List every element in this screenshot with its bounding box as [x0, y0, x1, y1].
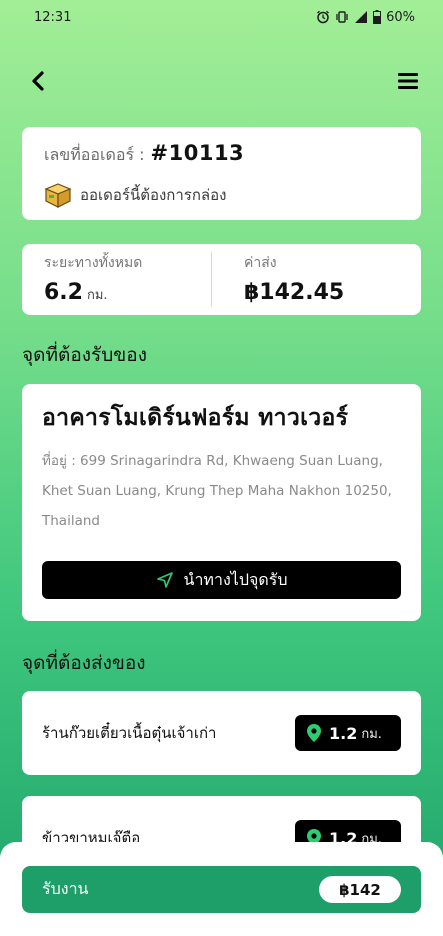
- distance-unit: กม.: [86, 288, 108, 303]
- fee-label: ค่าส่ง: [244, 255, 277, 271]
- pickup-address: ที่อยู่ : 699 Srinagarindra Rd, Khwaeng …: [42, 453, 392, 529]
- distance-fee-card: ระยะทางทั้งหมด 6.2 กม. ค่าส่ง ฿142.45: [22, 244, 421, 315]
- box-note: ออเดอร์นี้ต้องการกล่อง: [80, 186, 227, 204]
- back-button[interactable]: [26, 68, 52, 94]
- accept-job-button[interactable]: รับงาน ฿142: [22, 866, 421, 913]
- dropoff-item[interactable]: ร้านก๊วยเตี๋ยวเนื้อตุ๋นเจ้าเก่า 1.2 กม.: [22, 691, 421, 775]
- battery-icon: [373, 10, 382, 24]
- back-arrow-icon: [32, 71, 44, 91]
- bottom-sheet: รับงาน ฿142: [0, 842, 443, 936]
- navigate-button-label: นำทางไปจุดรับ: [183, 569, 288, 589]
- pickup-section-title: จุดที่ต้องรับของ: [22, 344, 147, 366]
- accept-label: รับงาน: [42, 879, 89, 898]
- pickup-place-name: อาคารโมเดิร์นฟอร์ม ทาวเวอร์: [42, 405, 349, 431]
- distance-section: ระยะทางทั้งหมด 6.2 กม.: [22, 244, 211, 315]
- dropoff-km: 1.2: [329, 723, 358, 743]
- top-nav: [22, 64, 421, 98]
- signal-icon: [355, 11, 368, 23]
- order-label: เลขที่ออเดอร์ :: [44, 145, 145, 164]
- box-icon: [44, 183, 72, 208]
- order-card: เลขที่ออเดอร์ : #10113 ออเดอร์นี้ต้องการ…: [22, 127, 421, 220]
- status-icons: 60%: [316, 10, 415, 25]
- menu-button[interactable]: [397, 70, 419, 92]
- location-pin-icon: [307, 724, 321, 742]
- fee-value: ฿142.45: [244, 280, 345, 305]
- status-bar: 12:31 60%: [0, 0, 443, 34]
- box-note-row: ออเดอร์นี้ต้องการกล่อง: [44, 182, 399, 208]
- dropoff-section-title: จุดที่ต้องส่งของ: [22, 652, 146, 674]
- navigate-to-pickup-button[interactable]: นำทางไปจุดรับ: [42, 561, 401, 599]
- accept-amount: ฿142: [319, 876, 401, 903]
- distance-value: 6.2: [44, 280, 83, 305]
- pickup-card: อาคารโมเดิร์นฟอร์ม ทาวเวอร์ ที่อยู่ : 69…: [22, 384, 421, 621]
- distance-value-row: 6.2 กม.: [44, 280, 189, 305]
- navigation-arrow-icon: [156, 572, 173, 588]
- vibrate-icon: [336, 11, 348, 23]
- status-time: 12:31: [34, 9, 72, 25]
- dropoff-km-unit: กม.: [361, 726, 382, 742]
- distance-badge: 1.2 กม.: [295, 715, 401, 751]
- hamburger-menu-icon: [398, 73, 418, 89]
- dropoff-name: ร้านก๊วยเตี๋ยวเนื้อตุ๋นเจ้าเก่า: [42, 724, 217, 742]
- battery-percent: 60%: [386, 9, 415, 25]
- order-number: #10113: [150, 141, 245, 165]
- fee-section: ค่าส่ง ฿142.45: [211, 252, 421, 307]
- alarm-icon: [317, 10, 330, 24]
- order-number-row: เลขที่ออเดอร์ : #10113: [44, 141, 399, 168]
- distance-label: ระยะทางทั้งหมด: [44, 255, 143, 271]
